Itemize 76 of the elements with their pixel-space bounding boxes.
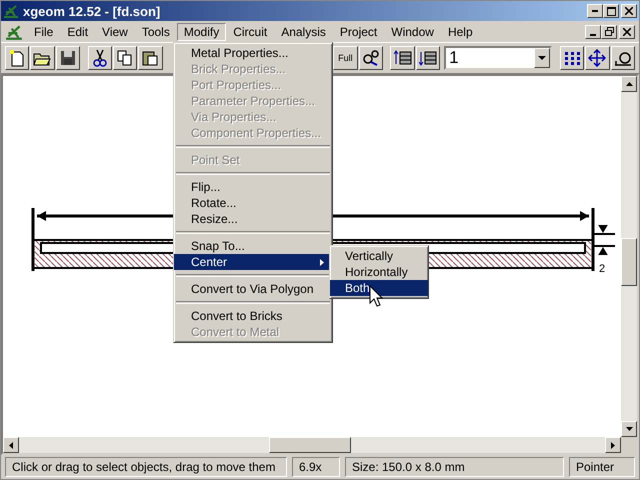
pointer-cursor-icon (369, 285, 383, 307)
menu-item[interactable]: Window (384, 22, 441, 40)
menu-entry[interactable]: Both (330, 280, 428, 296)
menu-entry[interactable]: Convert to Bricks (174, 308, 332, 324)
document-icon (5, 24, 23, 40)
selection-size: Size: 150.0 x 8.0 mm (345, 457, 564, 477)
close-button[interactable] (619, 24, 635, 38)
zoom-level: 6.9x (292, 457, 340, 477)
open-folder-button[interactable] (30, 46, 55, 70)
vertical-scrollbar[interactable] (621, 76, 637, 437)
zoom-icon (362, 49, 380, 67)
up-arrow-icon (626, 82, 632, 86)
menu-item[interactable]: Project (332, 22, 384, 40)
paste-button[interactable] (138, 46, 163, 70)
maximize-icon (606, 6, 616, 16)
copy-button[interactable] (112, 46, 138, 70)
minimize-button[interactable] (587, 4, 603, 18)
new-file-icon (9, 49, 26, 67)
menu-entry[interactable]: Center (174, 254, 332, 270)
menu-item[interactable]: View (95, 22, 135, 40)
menu-item[interactable]: Analysis (274, 22, 333, 40)
menu-entry[interactable]: Flip... (174, 179, 332, 195)
restore-icon (604, 27, 614, 36)
menu-entry[interactable]: Snap To... (174, 238, 332, 254)
dimension-label: 2 (599, 263, 606, 275)
menu-item[interactable]: Help (440, 22, 480, 40)
measure-button[interactable] (610, 46, 635, 70)
copy-icon (117, 50, 134, 66)
close-icon (625, 7, 633, 15)
restore-button[interactable] (601, 24, 617, 38)
menu-entry[interactable]: Resize... (174, 211, 332, 227)
four-arrows-icon (588, 49, 606, 67)
cut-button[interactable] (88, 46, 112, 70)
layers-down-icon (418, 50, 437, 66)
scroll-thumb[interactable] (269, 437, 351, 453)
app-icon (3, 4, 19, 18)
menu-item[interactable]: Modify (176, 22, 226, 40)
scroll-thumb[interactable] (621, 238, 637, 286)
layers-up-icon (394, 50, 412, 66)
clipboard-icon (142, 50, 158, 66)
status-message: Click or drag to select objects, drag to move them (5, 457, 287, 477)
horizontal-scrollbar[interactable] (3, 437, 621, 453)
layer-down-button[interactable] (416, 46, 440, 70)
level-select[interactable]: 1 (444, 46, 552, 70)
close-icon (623, 28, 631, 36)
minimize-button[interactable] (585, 24, 601, 38)
grid-dots-icon (564, 51, 580, 65)
right-arrow-icon (611, 442, 615, 448)
zoom-full-button[interactable]: Full (333, 46, 358, 70)
menu-entry[interactable]: Rotate... (174, 195, 332, 211)
tool-mode: Pointer (569, 457, 635, 477)
grid-button[interactable] (560, 46, 584, 70)
tape-measure-icon (614, 50, 632, 66)
menu-entry[interactable]: Metal Properties... (174, 45, 332, 61)
menu-entry[interactable]: Horizontally (330, 264, 428, 280)
move-button[interactable] (585, 46, 610, 70)
left-arrow-icon (9, 442, 13, 448)
scissors-icon (92, 49, 107, 67)
minimize-icon (592, 10, 598, 12)
menu-item[interactable]: Edit (60, 22, 96, 40)
zoom-button[interactable] (358, 46, 383, 70)
new-file-button[interactable] (5, 46, 30, 70)
maximize-button[interactable] (603, 4, 619, 18)
down-arrow-icon (626, 427, 632, 431)
dropdown-arrow-icon (538, 56, 546, 60)
close-button[interactable] (621, 4, 637, 18)
menu-entry[interactable]: Vertically (330, 248, 428, 264)
layer-up-button[interactable] (390, 46, 415, 70)
save-button[interactable] (56, 46, 80, 70)
minimize-icon (590, 34, 596, 36)
menu-item[interactable]: File (27, 22, 60, 40)
window-title: xgeom 12.52 - [fd.son] (23, 4, 162, 18)
menu-entry[interactable]: Convert to Via Polygon (174, 281, 332, 297)
menu-item[interactable]: Tools (134, 22, 177, 40)
menu-item[interactable]: Circuit (226, 22, 274, 40)
submenu-arrow-icon (320, 258, 324, 266)
